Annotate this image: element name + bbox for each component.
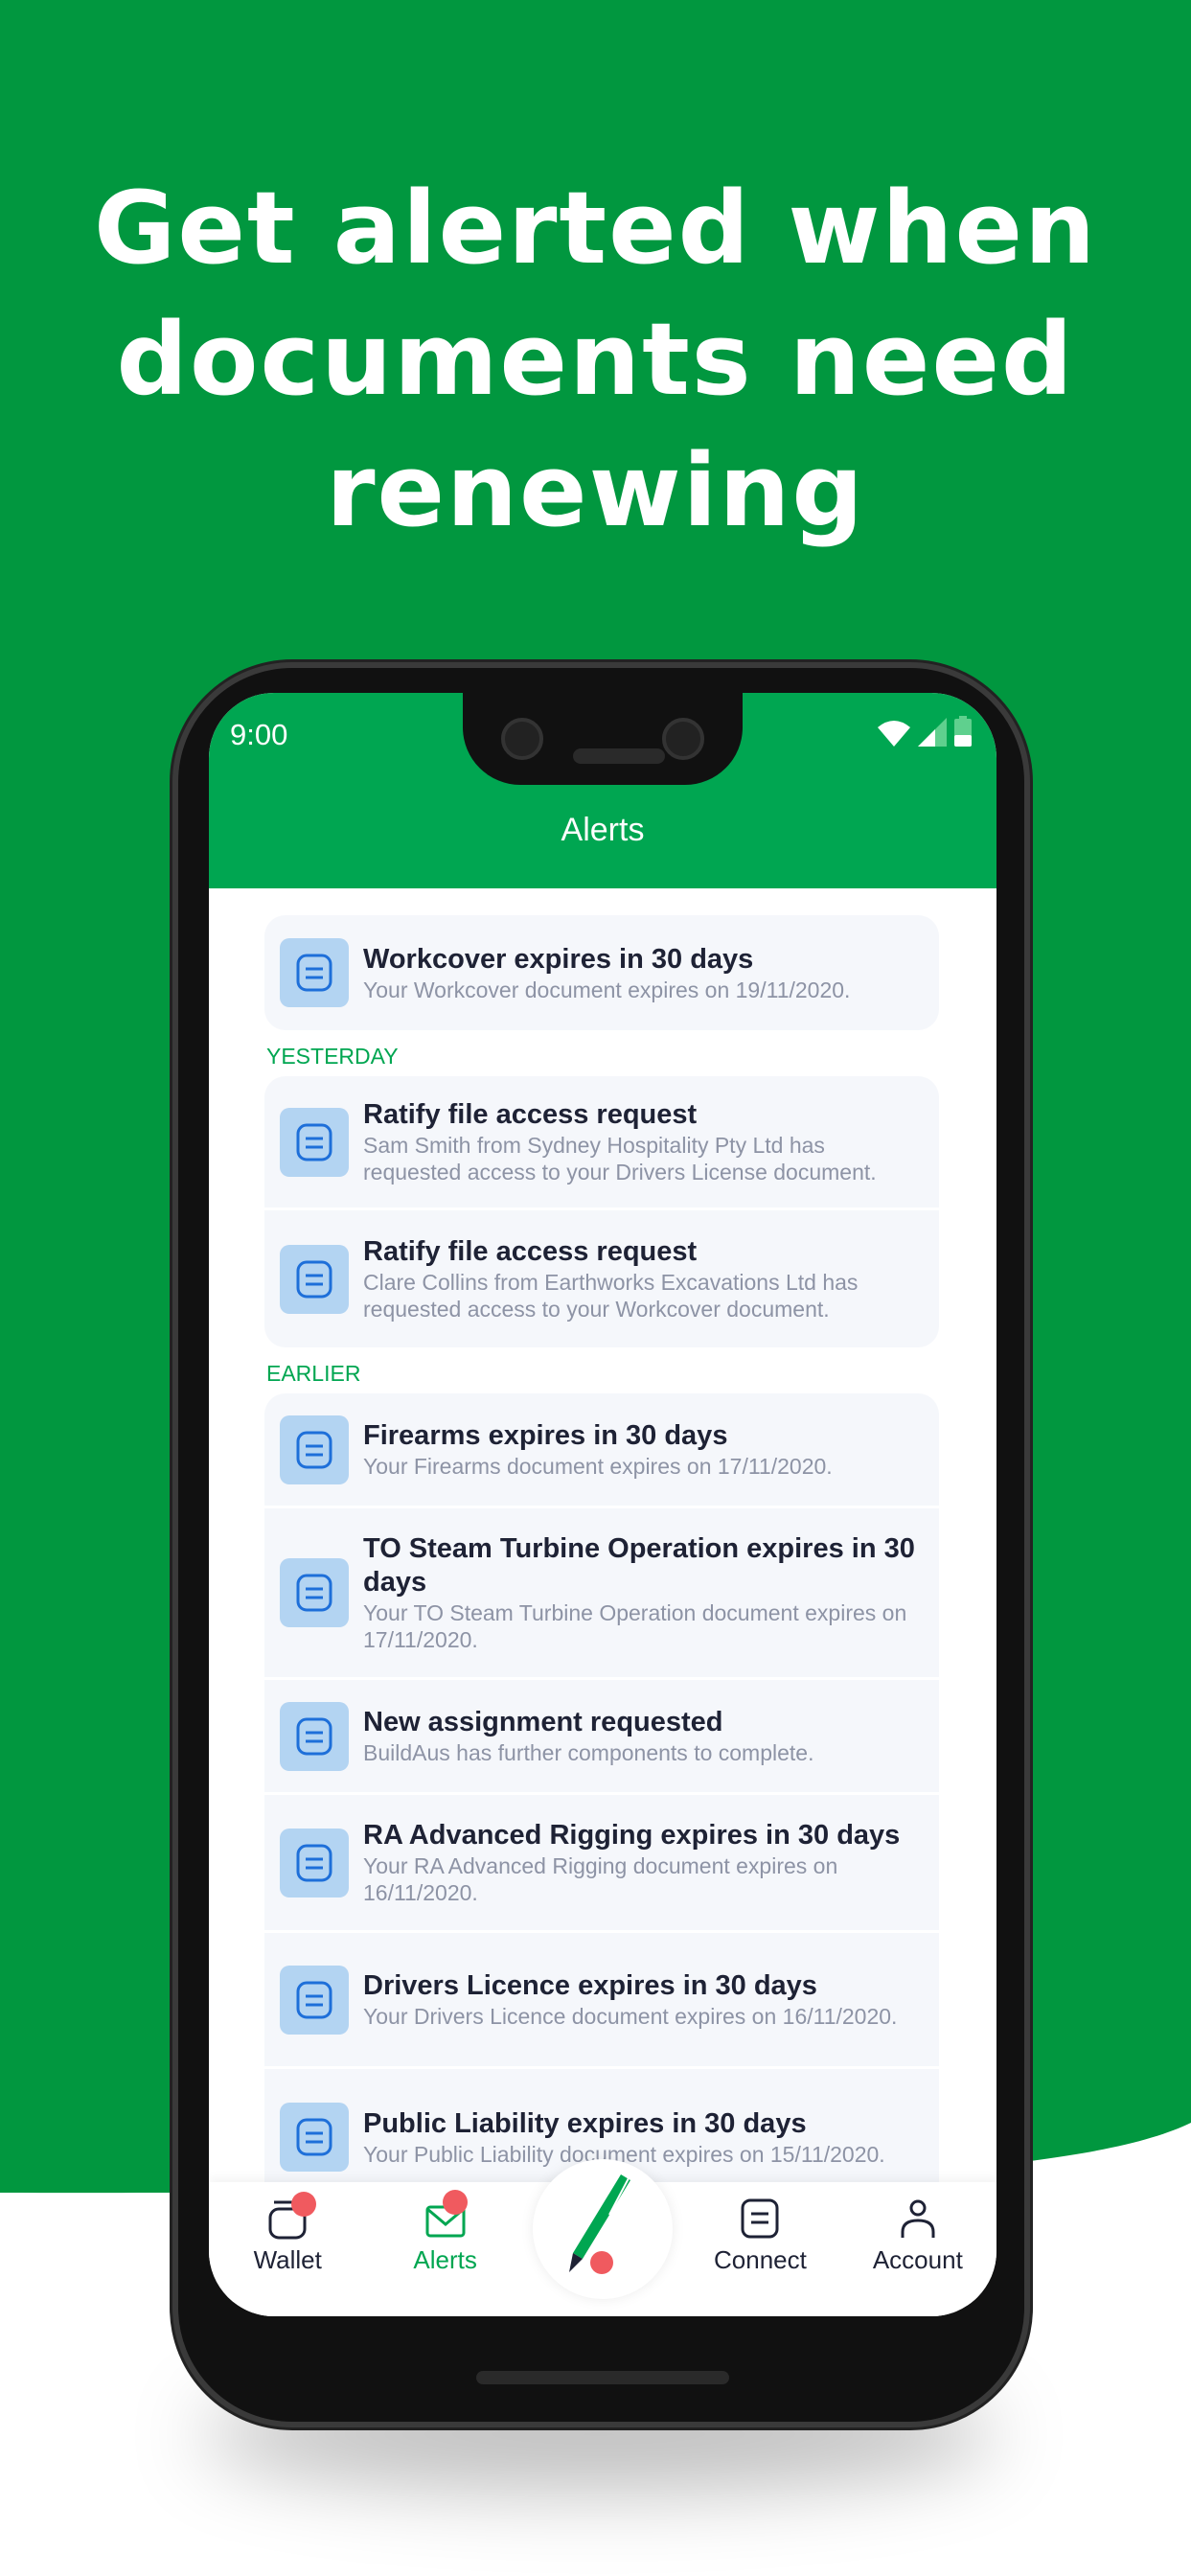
nav-label: Connect (714, 2245, 807, 2274)
camera-notch (463, 693, 743, 785)
status-icons (878, 716, 972, 747)
alert-title: Workcover expires in 30 days (363, 943, 754, 975)
alert-item[interactable]: Ratify file access request Sam Smith from… (264, 1076, 939, 1210)
alert-text: Workcover expires in 30 days Your Workcov… (363, 943, 850, 1003)
nav-label: Account (872, 2245, 963, 2274)
alert-title: Ratify file access request (363, 1236, 698, 1267)
headline-line: renewing (326, 432, 865, 549)
app-header: 9:00 Alerts (209, 693, 996, 888)
alert-text: Ratify file access request Sam Smith from… (363, 1098, 924, 1185)
alert-subtitle: Clare Collins from Earthworks Excavation… (363, 1270, 859, 1322)
alert-text: RA Advanced Rigging expires in 30 days Yo… (363, 1819, 924, 1906)
nav-connect[interactable]: Connect (681, 2182, 838, 2316)
alert-text: Ratify file access request Clare Collins … (363, 1235, 924, 1322)
status-time: 9:00 (230, 718, 288, 751)
signal-icon (918, 718, 947, 747)
wifi-icon (878, 721, 910, 747)
alert-group-earlier: Firearms expires in 30 days Your Firearms… (264, 1393, 939, 2205)
document-icon (280, 1558, 349, 1627)
document-icon (280, 1414, 349, 1484)
document-icon (280, 1244, 349, 1314)
nav-wallet[interactable]: Wallet (209, 2182, 366, 2316)
home-indicator (476, 2371, 729, 2384)
pen-icon (569, 2174, 630, 2274)
nav-account[interactable]: Account (839, 2182, 996, 2316)
alert-item[interactable]: Drivers Licence expires in 30 days Your D… (264, 1933, 939, 2069)
camera (662, 718, 704, 760)
speaker (573, 748, 665, 764)
headline-line: documents need (116, 301, 1075, 418)
alert-subtitle: Your RA Advanced Rigging document expire… (363, 1853, 838, 1905)
nav-label: Alerts (413, 2245, 477, 2274)
alert-title: Ratify file access request (363, 1099, 698, 1130)
alert-subtitle: Your Workcover document expires on 19/11… (363, 977, 851, 1002)
document-icon (280, 1701, 349, 1771)
alert-item[interactable]: Workcover expires in 30 days Your Workcov… (264, 915, 939, 1030)
camera (501, 718, 543, 760)
phone-screen: 9:00 Alerts Workcover expires in 30 days… (209, 693, 996, 2316)
document-icon (280, 1965, 349, 2035)
alert-item[interactable]: TO Steam Turbine Operation expires in 30… (264, 1508, 939, 1680)
connect-icon (741, 2198, 779, 2239)
section-label-yesterday: YESTERDAY (266, 1044, 399, 1069)
alerts-list[interactable]: Workcover expires in 30 days Your Workcov… (264, 915, 939, 2205)
notification-badge (291, 2192, 316, 2217)
alert-title: TO Steam Turbine Operation expires in 30… (363, 1533, 915, 1598)
alert-title: New assignment requested (363, 1707, 723, 1737)
alert-subtitle: Your TO Steam Turbine Operation document… (363, 1600, 907, 1652)
alert-group-yesterday: Ratify file access request Sam Smith from… (264, 1076, 939, 1347)
headline-line: Get alerted when (93, 170, 1098, 287)
alert-subtitle: Sam Smith from Sydney Hospitality Pty Lt… (363, 1133, 877, 1184)
section-label-earlier: EARLIER (266, 1361, 361, 1386)
alert-title: RA Advanced Rigging expires in 30 days (363, 1820, 901, 1851)
alert-text: New assignment requested BuildAus has fur… (363, 1706, 813, 1766)
document-icon (280, 938, 349, 1007)
alert-text: TO Steam Turbine Operation expires in 30… (363, 1532, 924, 1653)
alert-title: Drivers Licence expires in 30 days (363, 1970, 817, 2001)
battery-icon (954, 716, 972, 747)
alert-text: Drivers Licence expires in 30 days Your D… (363, 1969, 897, 2030)
alert-text: Firearms expires in 30 days Your Firearms… (363, 1419, 833, 1480)
alert-item[interactable]: Firearms expires in 30 days Your Firearms… (264, 1393, 939, 1508)
nav-label: Wallet (253, 2245, 322, 2274)
alert-subtitle: Your Firearms document expires on 17/11/… (363, 1454, 833, 1479)
document-icon (280, 1828, 349, 1898)
alert-subtitle: BuildAus has further components to compl… (363, 1740, 814, 1765)
alert-item[interactable]: RA Advanced Rigging expires in 30 days Yo… (264, 1795, 939, 1933)
page-title: Alerts (561, 812, 645, 848)
alert-title: Firearms expires in 30 days (363, 1420, 728, 1451)
alert-item[interactable]: New assignment requested BuildAus has fur… (264, 1680, 939, 1795)
alert-group-today: Workcover expires in 30 days Your Workcov… (264, 915, 939, 1030)
document-icon (280, 2103, 349, 2172)
alert-subtitle: Your Drivers Licence document expires on… (363, 2004, 898, 2029)
nav-alerts[interactable]: Alerts (366, 2182, 523, 2316)
headline: Get alerted when documents need renewing (0, 163, 1191, 557)
alert-item[interactable]: Ratify file access request Clare Collins … (264, 1210, 939, 1347)
document-icon (280, 1107, 349, 1177)
sign-button[interactable] (533, 2159, 673, 2299)
account-icon (901, 2199, 935, 2238)
alert-title: Public Liability expires in 30 days (363, 2107, 807, 2139)
